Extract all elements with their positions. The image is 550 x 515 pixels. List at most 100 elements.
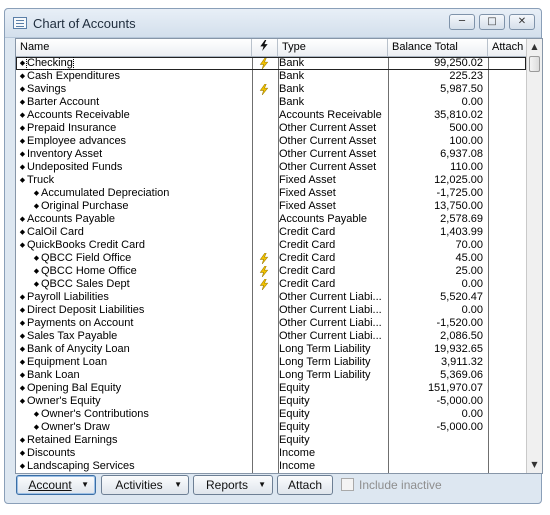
account-row[interactable]: ◆ Payroll Liabilities Other Current Liabi.… bbox=[16, 291, 526, 304]
account-row[interactable]: ◆ Cash Expenditures Bank 225.23 bbox=[16, 70, 526, 83]
column-header-type[interactable]: Type bbox=[278, 39, 388, 56]
account-name-cell: ◆ Sales Tax Payable bbox=[18, 330, 251, 343]
account-row[interactable]: ◆ Equipment Loan Long Term Liability 3,911.… bbox=[16, 356, 526, 369]
diamond-icon: ◆ bbox=[19, 177, 26, 184]
account-name-cell: ◆ Prepaid Insurance bbox=[18, 122, 251, 135]
online-flag-cell bbox=[252, 174, 276, 187]
account-row[interactable]: ◆ Discounts Income bbox=[16, 447, 526, 460]
account-row[interactable]: ◆ Undeposited Funds Other Current Asset 110… bbox=[16, 161, 526, 174]
diamond-icon: ◆ bbox=[19, 346, 26, 353]
account-type-cell: Bank bbox=[279, 57, 305, 69]
account-row[interactable]: ◆ QuickBooks Credit Card Credit Card 70.00 bbox=[16, 239, 526, 252]
account-row[interactable]: ◆ Barter Account Bank 0.00 bbox=[16, 96, 526, 109]
account-name: Accounts Payable bbox=[27, 213, 116, 225]
account-type-cell: Accounts Receivable bbox=[279, 109, 382, 121]
account-row[interactable]: ◆ Bank Loan Long Term Liability 5,369.06 bbox=[16, 369, 526, 382]
online-flag-cell bbox=[252, 135, 276, 148]
balance-cell: 0.00 bbox=[461, 408, 483, 420]
reports-menu-button[interactable]: Reports ▼ bbox=[193, 475, 273, 495]
online-flag-cell bbox=[252, 200, 276, 213]
diamond-icon: ◆ bbox=[19, 320, 26, 327]
lightning-bolt-icon bbox=[260, 40, 268, 51]
include-inactive-checkbox[interactable] bbox=[341, 478, 354, 491]
account-row[interactable]: ◆ Owner's Contributions Equity 0.00 bbox=[16, 408, 526, 421]
reports-button-label: Reports bbox=[205, 478, 249, 492]
accounts-grid[interactable]: Name Type Balance Total Attach ◆ Checking… bbox=[15, 38, 543, 474]
account-name: Original Purchase bbox=[41, 200, 129, 212]
account-row[interactable]: ◆ Sales Tax Payable Other Current Liabi...… bbox=[16, 330, 526, 343]
diamond-icon: ◆ bbox=[19, 112, 26, 119]
account-row[interactable]: ◆ Landscaping Services Income bbox=[16, 460, 526, 473]
online-flag-cell bbox=[252, 434, 276, 447]
balance-cell bbox=[388, 460, 486, 473]
account-type-cell: Fixed Asset bbox=[279, 187, 336, 199]
window-title: Chart of Accounts bbox=[33, 16, 136, 31]
column-header-online-flag[interactable] bbox=[252, 39, 278, 56]
attach-button-label: Attach bbox=[287, 478, 323, 492]
column-header-balance[interactable]: Balance Total bbox=[388, 39, 488, 56]
account-row[interactable]: ◆ Retained Earnings Equity bbox=[16, 434, 526, 447]
diamond-icon: ◆ bbox=[19, 437, 26, 444]
online-flag-cell bbox=[252, 304, 276, 317]
balance-cell bbox=[388, 447, 486, 460]
diamond-icon: ◆ bbox=[19, 125, 26, 132]
account-row[interactable]: ◆ Accounts Payable Accounts Payable 2,578.6… bbox=[16, 213, 526, 226]
vertical-scrollbar[interactable]: ▲ ▼ bbox=[526, 39, 542, 473]
account-name: Undeposited Funds bbox=[27, 161, 123, 173]
account-row[interactable]: ◆ Payments on Account Other Current Liabi.… bbox=[16, 317, 526, 330]
account-row[interactable]: ◆ Accumulated Depreciation Fixed Asset -1,7… bbox=[16, 187, 526, 200]
online-flag-cell bbox=[252, 421, 276, 434]
account-row[interactable]: ◆ Direct Deposit Liabilities Other Current… bbox=[16, 304, 526, 317]
account-row[interactable]: ◆ QBCC Field Office Credit Card 45.00 bbox=[16, 252, 526, 265]
account-row[interactable]: ◆ QBCC Sales Dept Credit Card 0.00 bbox=[16, 278, 526, 291]
close-button[interactable]: ✕ bbox=[509, 14, 535, 30]
account-type-cell: Other Current Asset bbox=[279, 148, 377, 160]
account-row[interactable]: ◆ Owner's Equity Equity -5,000.00 bbox=[16, 395, 526, 408]
scroll-thumb[interactable] bbox=[529, 56, 540, 72]
account-type-cell: Fixed Asset bbox=[279, 174, 336, 186]
account-row[interactable]: ◆ Prepaid Insurance Other Current Asset 500… bbox=[16, 122, 526, 135]
account-name: Direct Deposit Liabilities bbox=[27, 304, 145, 316]
account-row[interactable]: ◆ Inventory Asset Other Current Asset 6,937… bbox=[16, 148, 526, 161]
column-header-name[interactable]: Name bbox=[16, 39, 252, 56]
account-type-cell: Long Term Liability bbox=[279, 369, 371, 381]
minimize-button[interactable]: ─ bbox=[449, 14, 475, 30]
account-row[interactable]: ◆ QBCC Home Office Credit Card 25.00 bbox=[16, 265, 526, 278]
online-flag-cell bbox=[252, 57, 276, 70]
scroll-up-arrow-icon[interactable]: ▲ bbox=[527, 39, 542, 55]
title-bar[interactable]: Chart of Accounts ─ □ ✕ bbox=[5, 9, 541, 38]
account-type-cell: Bank bbox=[279, 70, 305, 82]
account-name-cell: ◆ Opening Bal Equity bbox=[18, 382, 251, 395]
account-row[interactable]: ◆ Truck Fixed Asset 12,025.00 bbox=[16, 174, 526, 187]
account-menu-button[interactable]: Account ▼ bbox=[16, 475, 96, 495]
account-type-cell: Accounts Payable bbox=[279, 213, 368, 225]
account-name: Accounts Receivable bbox=[27, 109, 130, 121]
account-row[interactable]: ◆ Original Purchase Fixed Asset 13,750.00 bbox=[16, 200, 526, 213]
scroll-down-arrow-icon[interactable]: ▼ bbox=[527, 457, 542, 473]
account-name-cell: ◆ Checking bbox=[18, 57, 251, 70]
account-row[interactable]: ◆ Checking Bank 99,250.02 bbox=[16, 57, 526, 70]
account-row[interactable]: ◆ Opening Bal Equity Equity 151,970.07 bbox=[16, 382, 526, 395]
account-name: Opening Bal Equity bbox=[27, 382, 122, 394]
diamond-icon: ◆ bbox=[19, 450, 26, 457]
account-row[interactable]: ◆ Bank of Anycity Loan Long Term Liability… bbox=[16, 343, 526, 356]
activities-menu-button[interactable]: Activities ▼ bbox=[101, 475, 189, 495]
account-name: CalOil Card bbox=[27, 226, 84, 238]
account-name-cell: ◆ Owner's Draw bbox=[18, 421, 251, 434]
account-type-cell: Other Current Liabi... bbox=[279, 291, 382, 303]
diamond-icon: ◆ bbox=[19, 307, 26, 314]
account-row[interactable]: ◆ CalOil Card Credit Card 1,403.99 bbox=[16, 226, 526, 239]
account-type-cell: Credit Card bbox=[279, 265, 336, 277]
account-name-cell: ◆ QuickBooks Credit Card bbox=[18, 239, 251, 252]
column-header-attach[interactable]: Attach bbox=[488, 39, 528, 56]
attach-button[interactable]: Attach bbox=[277, 475, 333, 495]
account-row[interactable]: ◆ Savings Bank 5,987.50 bbox=[16, 83, 526, 96]
maximize-button[interactable]: □ bbox=[479, 14, 505, 30]
account-row[interactable]: ◆ Accounts Receivable Accounts Receivable 3… bbox=[16, 109, 526, 122]
account-name: Owner's Equity bbox=[27, 395, 101, 407]
account-row[interactable]: ◆ Owner's Draw Equity -5,000.00 bbox=[16, 421, 526, 434]
account-name: Payments on Account bbox=[27, 317, 134, 329]
account-row[interactable]: ◆ Employee advances Other Current Asset 100… bbox=[16, 135, 526, 148]
account-name: Checking bbox=[26, 57, 74, 70]
account-name: Discounts bbox=[27, 447, 76, 459]
